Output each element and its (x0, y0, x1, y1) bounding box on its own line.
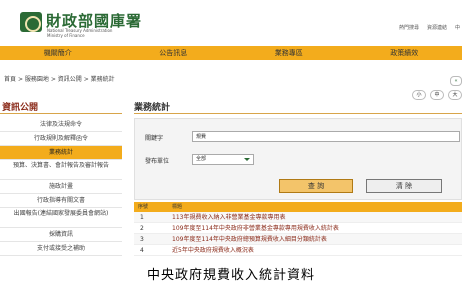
sidebar-item-subsidies[interactable]: 支付或接受之補助 (0, 242, 122, 256)
site-header: 財政部國庫署 National Treasury Administration … (0, 0, 462, 38)
query-button[interactable]: 查 詢 (279, 179, 353, 193)
top-link-hot-search[interactable]: 熱門搜尋 (397, 24, 421, 34)
row-number: 2 (140, 225, 144, 232)
breadcrumb-separator: > (50, 76, 56, 83)
sidebar-item-plans[interactable]: 施政計畫 (0, 180, 122, 194)
table-row: 1 113年規費收入納入非營業基金專款專用表 (134, 212, 462, 223)
sidebar-title: 資訊公開 (2, 103, 39, 113)
sidebar-item-rules[interactable]: 行政規則及解釋函令 (0, 132, 122, 146)
unit-label: 發布單位 (145, 158, 170, 165)
share-icon[interactable]: « (450, 76, 462, 86)
main-nav: 機關簡介 公告訊息 業務專區 政策績效 (0, 46, 462, 60)
site-subtitle-ministry: Ministry of Finance (47, 33, 85, 38)
header-title: 標題 (172, 204, 183, 210)
chevron-down-icon (244, 158, 250, 161)
row-number: 4 (140, 247, 144, 254)
breadcrumb: 首頁 > 服務園地 > 資訊公開 > 業務統計 (4, 74, 115, 83)
breadcrumb-service[interactable]: 服務園地 (25, 76, 49, 83)
font-size-small-button[interactable]: 小 (412, 90, 426, 100)
sidebar-item-statistics[interactable]: 業務統計 (0, 146, 122, 160)
unit-select-value: 全部 (196, 156, 207, 162)
top-link-language[interactable]: 中 (453, 24, 462, 34)
font-size-large-button[interactable]: 大 (448, 90, 462, 100)
row-title-link[interactable]: 109年度至114年中央政府非營業基金專款專用規費收入統計表 (172, 223, 462, 233)
table-row: 4 近5年中央政府規費收入概況表 (134, 245, 462, 256)
sidebar-divider (0, 113, 122, 114)
results-table: 序號 標題 1 113年規費收入納入非營業基金專款專用表 2 109年度至114… (134, 202, 462, 256)
nav-item-about[interactable]: 機關簡介 (0, 46, 116, 60)
row-title-link[interactable]: 109年度至114年中央政府總預算規費收入細目分類統計表 (172, 234, 462, 244)
table-row: 3 109年度至114年中央政府總預算規費收入細目分類統計表 (134, 234, 462, 245)
breadcrumb-home[interactable]: 首頁 (4, 76, 16, 83)
row-title-link[interactable]: 113年規費收入納入非營業基金專款專用表 (172, 212, 462, 222)
nav-item-performance[interactable]: 政策績效 (347, 46, 462, 60)
search-panel: 關鍵字 發布單位 全部 查 詢 清 除 (134, 118, 462, 200)
sidebar-item-budget[interactable]: 預算、決算書、會計報告及審計報告 (0, 160, 122, 180)
sidebar-item-procurement[interactable]: 採購資訊 (0, 228, 122, 242)
table-row: 2 109年度至114年中央政府非營業基金專款專用規費收入統計表 (134, 223, 462, 234)
keyword-label: 關鍵字 (145, 135, 164, 142)
font-size-medium-button[interactable]: 中 (430, 90, 444, 100)
image-caption: 中央政府規費收入統計資料 (146, 268, 315, 283)
sidebar-menu: 法律及法規命令 行政規則及解釋函令 業務統計 預算、決算書、會計報告及審計報告 … (0, 118, 122, 256)
top-links: 熱門搜尋 資源連結 中 (397, 24, 462, 34)
row-number: 3 (140, 236, 144, 243)
title-divider (134, 113, 462, 114)
font-size-controls: 小 中 大 (412, 90, 462, 100)
top-link-resources[interactable]: 資源連結 (425, 24, 449, 34)
table-header: 序號 標題 (134, 202, 462, 212)
page-title: 業務統計 (134, 103, 171, 113)
header-number: 序號 (138, 204, 149, 210)
row-title-link[interactable]: 近5年中央政府規費收入概況表 (172, 245, 462, 255)
nav-item-business[interactable]: 業務專區 (231, 46, 347, 60)
unit-select[interactable]: 全部 (192, 154, 254, 165)
row-number: 1 (140, 214, 144, 221)
sidebar-item-guidance[interactable]: 行政指導有關文書 (0, 194, 122, 208)
keyword-input[interactable] (192, 131, 460, 142)
clear-button[interactable]: 清 除 (366, 179, 442, 193)
nav-item-announcements[interactable]: 公告訊息 (116, 46, 232, 60)
ministry-logo-icon[interactable] (20, 12, 42, 32)
sidebar-item-travel-reports[interactable]: 出國報告(連結國家發展委員會網站) (0, 208, 122, 228)
breadcrumb-current: 業務統計 (90, 76, 115, 83)
breadcrumb-separator: > (17, 76, 23, 83)
breadcrumb-separator: > (83, 76, 89, 83)
sidebar-item-laws[interactable]: 法律及法規命令 (0, 118, 122, 132)
breadcrumb-info[interactable]: 資訊公開 (58, 76, 82, 83)
